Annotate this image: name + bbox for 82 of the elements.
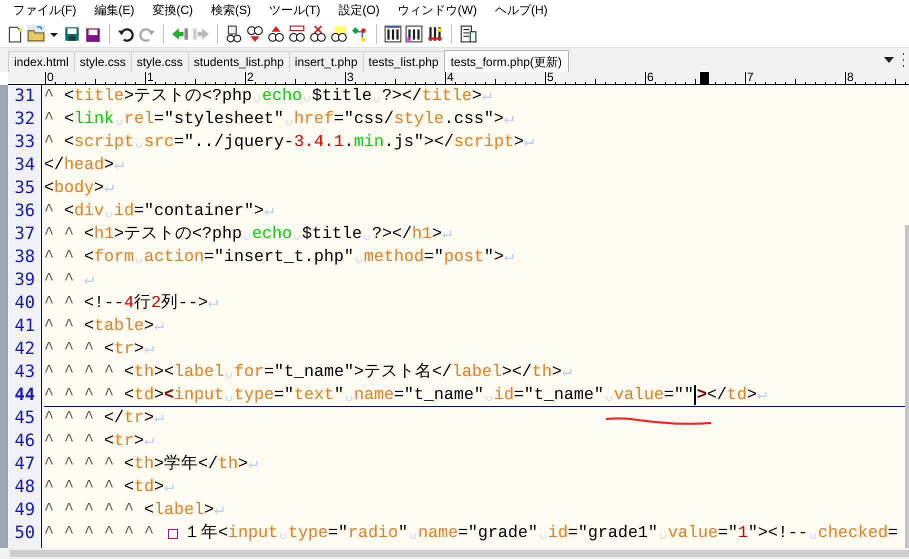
code-line: ^ <title>テストの<?php echo $title ?></title>↵ [44, 87, 492, 106]
code-line: ^ ^ <!--4行2列-->↵ [44, 294, 218, 313]
code-line: ^ ^ ^ </tr>↵ [44, 409, 164, 428]
grip-icon[interactable] [902, 53, 905, 67]
code-line: ^ ^ ^ ^ <th>学年</th>↵ [44, 455, 258, 474]
line-number: 41 [14, 316, 35, 336]
line-number: 31 [14, 86, 35, 106]
ruler-number: 4 [447, 70, 454, 84]
glasses-icon[interactable] [267, 24, 285, 42]
line-number: 35 [14, 178, 35, 198]
line-number: 33 [14, 132, 35, 152]
code-line: ^ <script src="../jquery-3.4.1.min.js"></script>↵ [44, 133, 534, 152]
line-number: 50 [14, 523, 35, 543]
code-line: <body>↵ [44, 179, 114, 198]
new-file-icon[interactable] [6, 24, 24, 42]
ruler-number: 2 [247, 70, 254, 84]
line-number: 48 [14, 477, 35, 497]
menu-item[interactable]: ウィンドウ(W) [392, 1, 482, 19]
line-number: 38 [14, 247, 35, 267]
code-line: ^ ^ ↵ [44, 271, 94, 290]
glasses-icon[interactable] [309, 24, 327, 42]
line-number: 43 [14, 362, 35, 382]
tools-icon[interactable] [384, 24, 402, 42]
code-line: ^ ^ ^ <tr>↵ [44, 432, 154, 451]
tools-icon[interactable] [405, 24, 423, 42]
line-number: 44 [14, 385, 35, 405]
line-number: 46 [14, 431, 35, 451]
code-line: ^ ^ <form action="insert_t.php" method="post">↵ [44, 248, 514, 267]
glasses-icon[interactable] [225, 24, 243, 42]
code-line: ^ ^ ^ ^ ^ <label>↵ [44, 501, 224, 520]
line-number: 49 [14, 500, 35, 520]
menu-item[interactable]: 検索(S) [206, 1, 256, 19]
code-line: ^ <link rel="stylesheet" href="css/style.css">↵ [44, 110, 514, 129]
code-line: ^ ^ <table>↵ [44, 317, 164, 336]
folder-icon[interactable] [27, 24, 45, 42]
line-number: 34 [14, 155, 35, 175]
line-number: 37 [14, 224, 35, 244]
code-line: ^ <div id="container">↵ [44, 202, 274, 221]
code-line: ^ ^ ^ <tr>↵ [44, 340, 154, 359]
horizontal-scrollbar[interactable] [0, 548, 909, 559]
code-line: ^ ^ ^ ^ ^ ^ １年<input type="radio" name="grade" id="grade1" value="1"><!-- checked= [44, 524, 898, 543]
code-line: ^ ^ ^ ^ <th><label for="t_name">テスト名</label></th>↵ [44, 363, 572, 382]
line-number: 47 [14, 454, 35, 474]
caret-icon[interactable] [884, 57, 894, 63]
code-line: ^ ^ ^ ^ <td>↵ [44, 478, 174, 497]
ruler-number: 7 [747, 70, 754, 84]
code-line: </head>↵ [44, 156, 124, 175]
menu-item[interactable]: ファイル(F) [8, 1, 82, 19]
menu-item[interactable]: ヘルプ(H) [490, 1, 553, 19]
file-tab[interactable]: style.css [130, 51, 188, 72]
file-tab[interactable]: students_list.php [188, 51, 289, 72]
save-icon[interactable] [63, 24, 81, 42]
file-tab[interactable]: index.html [8, 51, 74, 72]
line-number: 39 [14, 270, 35, 290]
ruler-number: 8 [847, 70, 854, 84]
menu-item[interactable]: 変換(C) [147, 1, 198, 19]
file-tab[interactable]: tests_list.php [362, 51, 444, 72]
code-line: ^ ^ ^ ^ <td><input type="text" name="t_name" id="t_name" value="" ></td>↵ [44, 386, 767, 405]
code-line: ^ ^ <h1>テストの<?php echo $title ?></h1>↵ [44, 225, 452, 244]
glasses-icon[interactable] [330, 24, 348, 42]
ruler-number: 3 [347, 70, 354, 84]
document-icon[interactable] [459, 24, 477, 42]
ruler-number: 0 [47, 70, 54, 84]
line-number: 45 [14, 408, 35, 428]
ruler-number: 5 [547, 70, 554, 84]
menu-item[interactable]: ツール(T) [264, 1, 326, 19]
file-tab[interactable]: tests_form.php(更新) [444, 50, 569, 72]
ruler-number: 1 [147, 70, 154, 84]
line-number: 40 [14, 293, 35, 313]
file-tab[interactable]: style.css [74, 51, 131, 72]
glasses-icon[interactable] [288, 24, 306, 42]
line-number: 36 [14, 201, 35, 221]
menu-item[interactable]: 設定(O) [333, 1, 385, 19]
line-number: 42 [14, 339, 35, 359]
tools-icon[interactable] [426, 24, 444, 42]
file-tab[interactable]: insert_t.php [288, 51, 363, 72]
save-all-icon[interactable] [84, 24, 102, 42]
line-number: 32 [14, 109, 35, 129]
glasses-icon[interactable] [246, 24, 264, 42]
menu-item[interactable]: 編集(E) [89, 1, 140, 19]
ruler-number: 6 [647, 70, 654, 84]
vertical-scrollbar[interactable] [905, 225, 909, 548]
